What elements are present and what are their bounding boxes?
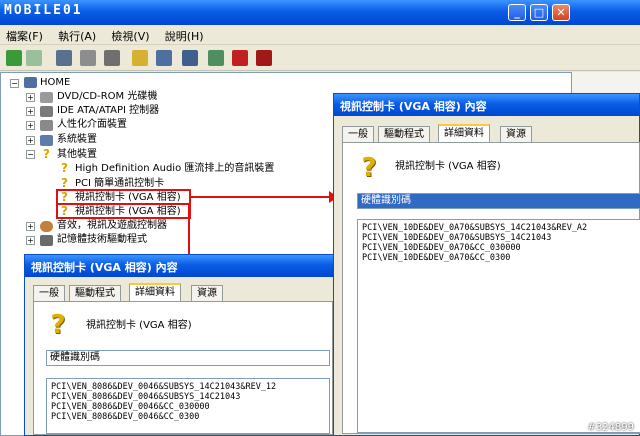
property-values-list[interactable]: PCI\VEN_10DE&DEV_0A70&SUBSYS_14C21043&RE…	[357, 219, 640, 433]
forward-icon[interactable]	[26, 50, 42, 66]
expand-toggle[interactable]: +	[26, 236, 35, 245]
property-select[interactable]: 硬體識別碼	[46, 350, 330, 366]
menu-action[interactable]: 執行(A)	[52, 25, 102, 47]
unknown-device-icon: ?	[361, 153, 377, 183]
show-view-icon[interactable]	[156, 50, 172, 66]
expand-toggle[interactable]: +	[26, 93, 35, 102]
system-device-icon	[40, 135, 53, 146]
expand-toggle[interactable]: +	[26, 222, 35, 231]
ide-controller-icon	[40, 106, 53, 117]
tab-driver[interactable]: 驅動程式	[378, 126, 430, 142]
close-button[interactable]: ✕	[552, 4, 570, 21]
minimize-button[interactable]: _	[508, 4, 526, 21]
list-item[interactable]: PCI\VEN_10DE&DEV_0A70&CC_0300	[362, 253, 636, 263]
tree-item-dvd[interactable]: DVD/CD-ROM 光碟機	[57, 90, 157, 103]
tree-item-other[interactable]: 其他裝置	[57, 148, 97, 161]
property-values-list[interactable]: PCI\VEN_8086&DEV_0046&SUBSYS_14C21043&RE…	[46, 378, 330, 434]
tab-strip: 一般 驅動程式 詳細資料 資源	[33, 283, 333, 301]
tab-details[interactable]: 詳細資料	[129, 283, 181, 301]
tab-driver[interactable]: 驅動程式	[69, 285, 121, 301]
properties-dialog-intel: 視訊控制卡 (VGA 相容) 內容 一般 驅動程式 詳細資料 資源 ? 視訊控制…	[24, 254, 338, 436]
menu-view[interactable]: 檢視(V)	[105, 25, 155, 47]
tree-item-system[interactable]: 系統裝置	[57, 133, 97, 146]
update-driver-icon[interactable]	[208, 50, 224, 66]
computer-icon	[24, 77, 37, 88]
dialog-title: 視訊控制卡 (VGA 相容) 內容	[334, 94, 639, 116]
tab-strip: 一般 驅動程式 詳細資料 資源	[342, 124, 637, 142]
scan-hardware-icon[interactable]	[182, 50, 198, 66]
expand-toggle[interactable]: +	[26, 136, 35, 145]
tree-item-sound[interactable]: 音效，視訊及遊戲控制器	[57, 219, 167, 232]
dialog-title: 視訊控制卡 (VGA 相容) 內容	[25, 255, 337, 277]
list-item[interactable]: PCI\VEN_10DE&DEV_0A70&CC_030000	[362, 243, 636, 253]
arrow-down	[188, 205, 190, 261]
tree-item-ide[interactable]: IDE ATA/ATAPI 控制器	[57, 104, 159, 117]
list-item[interactable]: PCI\VEN_8086&DEV_0046&SUBSYS_14C21043&RE…	[51, 382, 325, 392]
toolbar	[0, 45, 640, 71]
unknown-device-icon: ?	[61, 161, 68, 175]
uninstall-icon[interactable]	[256, 50, 272, 66]
window-titlebar: MOBILE01 _ □ ✕	[0, 0, 640, 25]
tab-resources[interactable]: 資源	[191, 285, 223, 301]
highlight-vga-2	[56, 203, 191, 219]
menu-file[interactable]: 檔案(F)	[0, 25, 49, 47]
list-item[interactable]: PCI\VEN_8086&DEV_0046&CC_030000	[51, 402, 325, 412]
maximize-button[interactable]: □	[530, 4, 548, 21]
expand-toggle[interactable]: +	[26, 121, 35, 130]
help-icon[interactable]	[132, 50, 148, 66]
mobile01-logo: MOBILE01	[4, 3, 83, 18]
properties-icon[interactable]	[80, 50, 96, 66]
device-name: 視訊控制卡 (VGA 相容)	[395, 161, 501, 172]
tree-root-home[interactable]: HOME	[40, 76, 70, 89]
menu-bar: 檔案(F) 執行(A) 檢視(V) 說明(H)	[0, 25, 640, 45]
list-item[interactable]: PCI\VEN_8086&DEV_0046&CC_0300	[51, 412, 325, 422]
watermark: #324899	[587, 422, 634, 433]
tab-details[interactable]: 詳細資料	[438, 124, 490, 142]
print-icon[interactable]	[104, 50, 120, 66]
disable-device-icon[interactable]	[232, 50, 248, 66]
tab-resources[interactable]: 資源	[500, 126, 532, 142]
property-select[interactable]: 硬體識別碼	[357, 193, 640, 209]
hid-icon	[40, 120, 53, 131]
unknown-device-icon: ?	[43, 147, 50, 161]
back-icon[interactable]	[6, 50, 22, 66]
menu-help[interactable]: 說明(H)	[159, 25, 210, 47]
details-panel: ? 視訊控制卡 (VGA 相容) 硬體識別碼 PCI\VEN_10DE&DEV_…	[342, 142, 640, 434]
list-item[interactable]: PCI\VEN_10DE&DEV_0A70&SUBSYS_14C21043&RE…	[362, 223, 636, 233]
sound-icon	[40, 221, 53, 232]
dvd-drive-icon	[40, 92, 53, 103]
tab-general[interactable]: 一般	[33, 285, 65, 301]
tree-item-hid[interactable]: 人性化介面裝置	[57, 118, 127, 131]
list-item[interactable]: PCI\VEN_10DE&DEV_0A70&SUBSYS_14C21043	[362, 233, 636, 243]
collapse-toggle[interactable]: −	[26, 150, 35, 159]
details-panel: ? 視訊控制卡 (VGA 相容) 硬體識別碼 PCI\VEN_8086&DEV_…	[33, 301, 333, 435]
list-item[interactable]: PCI\VEN_8086&DEV_0046&SUBSYS_14C21043	[51, 392, 325, 402]
tab-general[interactable]: 一般	[342, 126, 374, 142]
tree-item-memory[interactable]: 記憶體技術驅動程式	[57, 233, 147, 246]
tree-item-hd-audio[interactable]: High Definition Audio 匯流排上的音訊裝置	[75, 162, 274, 175]
arrow-right	[191, 196, 329, 198]
console-tree-icon[interactable]	[56, 50, 72, 66]
device-name: 視訊控制卡 (VGA 相容)	[86, 320, 192, 331]
properties-dialog-nvidia: 視訊控制卡 (VGA 相容) 內容 一般 驅動程式 詳細資料 資源 ? 視訊控制…	[333, 93, 640, 436]
unknown-device-icon: ?	[50, 310, 66, 340]
memory-tech-icon	[40, 235, 53, 246]
collapse-toggle[interactable]: −	[10, 79, 19, 88]
expand-toggle[interactable]: +	[26, 107, 35, 116]
